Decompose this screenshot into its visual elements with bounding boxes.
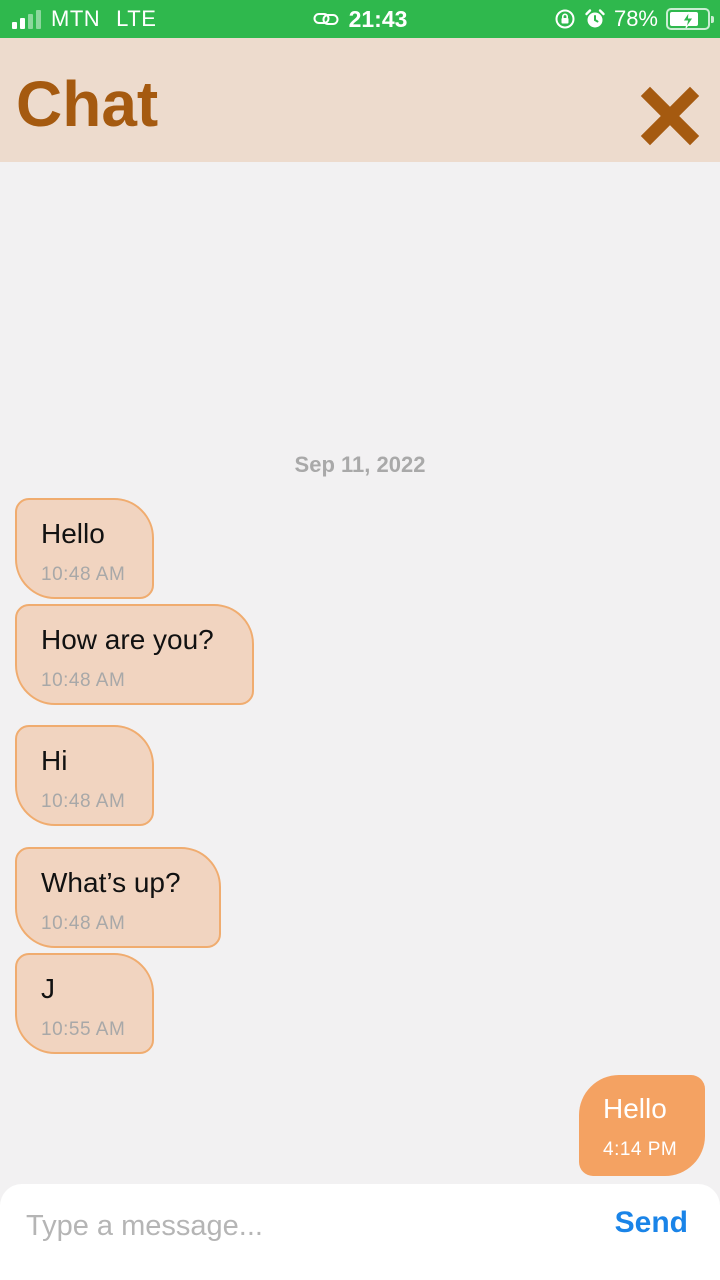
message-bubble-incoming[interactable]: J 10:55 AM	[15, 953, 154, 1054]
message-time: 10:48 AM	[41, 913, 126, 934]
message-text: Hello	[603, 1093, 667, 1124]
message-input[interactable]	[26, 1202, 586, 1250]
message-composer: Send	[0, 1184, 720, 1280]
message-bubble-incoming[interactable]: What’s up? 10:48 AM	[15, 847, 221, 948]
message-bubble-outgoing[interactable]: Hello 4:14 PM	[579, 1075, 705, 1176]
message-text: What’s up?	[41, 867, 181, 898]
close-button[interactable]	[640, 86, 700, 146]
page-title: Chat	[16, 68, 159, 140]
message-time: 10:55 AM	[41, 1019, 126, 1040]
message-text: Hi	[41, 745, 68, 776]
message-text: J	[41, 973, 55, 1004]
message-time: 4:14 PM	[603, 1139, 678, 1160]
send-button[interactable]: Send	[615, 1206, 688, 1240]
message-time: 10:48 AM	[41, 670, 126, 691]
chat-header: Chat	[0, 38, 720, 162]
rotation-lock-icon	[555, 9, 575, 29]
status-time: 21:43	[348, 5, 408, 32]
battery-percent: 78%	[613, 6, 658, 31]
close-icon	[640, 86, 700, 146]
battery-icon	[666, 8, 714, 30]
message-bubble-incoming[interactable]: Hi 10:48 AM	[15, 725, 154, 826]
message-text: Hello	[41, 518, 105, 549]
charging-bolt-icon	[682, 11, 694, 29]
message-time: 10:48 AM	[41, 791, 126, 812]
link-icon	[313, 13, 339, 25]
message-text: How are you?	[41, 624, 214, 655]
status-bar-right: 78%	[554, 0, 714, 38]
alarm-icon	[585, 9, 605, 28]
message-time: 10:48 AM	[41, 564, 126, 585]
message-bubble-incoming[interactable]: How are you? 10:48 AM	[15, 604, 254, 705]
date-separator: Sep 11, 2022	[294, 452, 426, 477]
status-bar: MTN LTE 21:43 78%	[0, 0, 720, 38]
message-bubble-incoming[interactable]: Hello 10:48 AM	[15, 498, 154, 599]
